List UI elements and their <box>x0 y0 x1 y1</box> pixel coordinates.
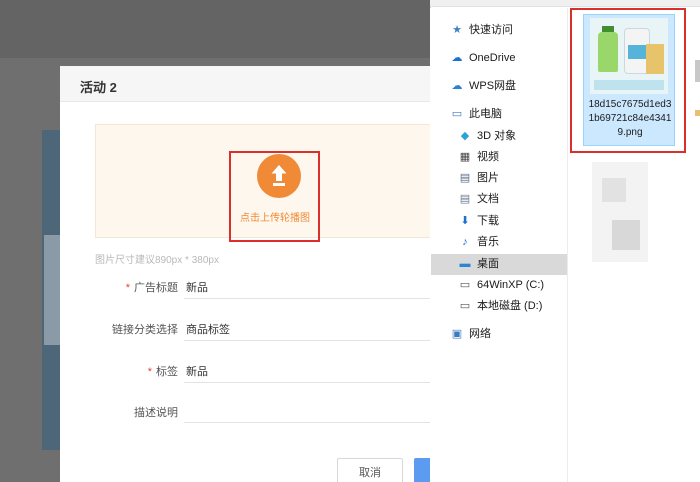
nav-item-music[interactable]: ♪ 音乐 <box>458 232 499 253</box>
ad-title-underline <box>184 298 434 299</box>
blurred-detail <box>612 220 640 250</box>
video-icon: ▦ <box>459 151 471 163</box>
file-highlight-box <box>570 8 686 153</box>
document-icon: ▤ <box>459 193 471 205</box>
nav-item-this-pc[interactable]: ▭ 此电脑 <box>450 104 502 125</box>
link-category-underline <box>184 340 434 341</box>
cloud-icon: ☁ <box>451 80 463 92</box>
tag-underline <box>184 382 434 383</box>
tag-label: * 标签 <box>147 366 178 378</box>
file-dialog-toolbar <box>430 0 700 7</box>
nav-item-documents[interactable]: ▤ 文档 <box>458 189 499 210</box>
required-mark: * <box>125 282 130 294</box>
nav-item-onedrive[interactable]: ☁ OneDrive <box>450 48 516 69</box>
link-category-label: 链接分类选择 <box>112 324 178 336</box>
dialog-title: 活动 2 <box>80 80 117 95</box>
description-underline <box>184 422 434 423</box>
background-panel-detail <box>44 235 60 345</box>
scrollbar-marker <box>695 110 700 116</box>
tag-input[interactable]: 新品 <box>186 363 208 379</box>
star-icon: ★ <box>452 24 462 36</box>
nav-item-videos[interactable]: ▦ 视频 <box>458 147 499 168</box>
drive-icon: ▭ <box>459 300 471 312</box>
nav-item-pictures[interactable]: ▤ 图片 <box>458 168 499 189</box>
backdrop-header <box>0 0 430 58</box>
blurred-detail <box>602 178 626 202</box>
ad-title-label: * 广告标题 <box>125 282 178 294</box>
nav-item-wps-drive[interactable]: ☁ WPS网盘 <box>450 76 517 97</box>
music-icon: ♪ <box>462 236 468 248</box>
network-icon: ▣ <box>451 328 463 340</box>
upload-highlight-box <box>229 151 320 242</box>
description-label: 描述说明 <box>134 407 178 419</box>
picture-icon: ▤ <box>459 172 471 184</box>
scrollbar[interactable] <box>695 60 700 82</box>
link-category-select[interactable]: 商品标签 <box>186 321 230 337</box>
cube-icon: ◆ <box>460 130 470 142</box>
computer-icon: ▭ <box>451 108 463 120</box>
cancel-button[interactable]: 取消 <box>337 458 403 482</box>
image-size-hint: 图片尺寸建议890px * 380px <box>95 255 219 266</box>
desktop-icon: ▬ <box>459 258 471 270</box>
nav-item-drive-d[interactable]: ▭ 本地磁盘 (D:) <box>458 296 543 317</box>
nav-item-desktop[interactable]: ▬ 桌面 <box>431 254 567 275</box>
required-mark: * <box>147 366 152 378</box>
nav-item-drive-c[interactable]: ▭ 64WinXP (C:) <box>458 275 544 296</box>
nav-item-downloads[interactable]: ⬇ 下载 <box>458 211 499 232</box>
cloud-icon: ☁ <box>451 52 463 64</box>
dialog-header: 活动 2 <box>60 66 440 102</box>
nav-item-3d-objects[interactable]: ◆ 3D 对象 <box>458 126 516 147</box>
nav-item-network[interactable]: ▣ 网络 <box>450 324 491 345</box>
download-icon: ⬇ <box>460 215 470 227</box>
drive-icon: ▭ <box>459 279 471 291</box>
nav-item-quick-access[interactable]: ★ 快速访问 <box>450 20 513 41</box>
ad-title-input[interactable]: 新品 <box>186 279 208 295</box>
